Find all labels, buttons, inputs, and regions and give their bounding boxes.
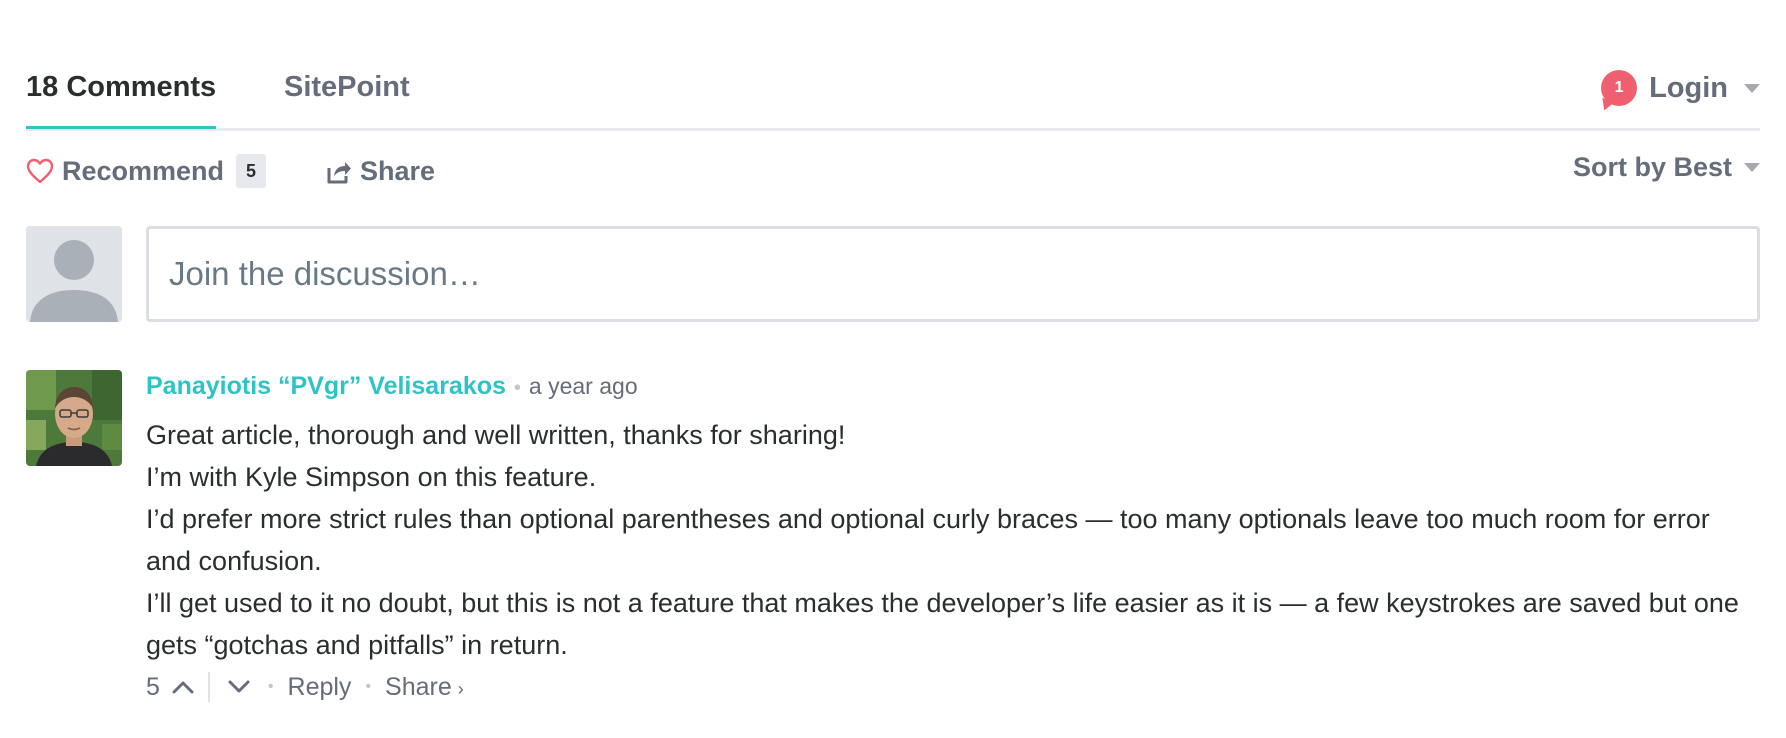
comment-paragraph: I’d prefer more strict rules than option… [146, 504, 1710, 576]
recommend-label: Recommend [62, 155, 225, 186]
comment-paragraph: Great article, thorough and well written… [146, 420, 846, 450]
comment-author[interactable]: Panayiotis “PVgr” Velisarakos [146, 372, 506, 401]
comment-body: Great article, thorough and well written… [146, 414, 1760, 666]
chevron-down-icon [228, 680, 250, 693]
recommend-button[interactable]: Recommend 5 [26, 154, 267, 188]
login-menu[interactable]: 1 Login [1601, 68, 1760, 108]
tab-comments[interactable]: 18 Comments [26, 70, 217, 129]
footer-separator: • [267, 678, 274, 695]
comments-nav: 18 Comments SitePoint 1 Login [26, 56, 1760, 131]
join-discussion-input[interactable]: Join the discussion… [146, 226, 1760, 322]
heart-icon [26, 158, 54, 184]
comments-toolbar: Recommend 5 Share Sort by Best [26, 150, 1760, 194]
comment-paragraph: I’ll get used to it no doubt, but this i… [146, 588, 1739, 660]
author-photo [26, 370, 122, 466]
comment-header: Panayiotis “PVgr” Velisarakos • a year a… [146, 372, 638, 406]
comment-timestamp[interactable]: a year ago [529, 373, 638, 400]
chevron-up-icon [172, 681, 194, 694]
user-silhouette-icon [26, 226, 122, 322]
share-icon [327, 161, 351, 183]
downvote-button[interactable] [224, 680, 254, 694]
share-button[interactable]: Share [326, 156, 435, 187]
comments-widget: 18 Comments SitePoint 1 Login Recommend … [0, 0, 1786, 738]
notification-count: 1 [1614, 79, 1624, 96]
reply-button[interactable]: Reply [288, 673, 352, 702]
meta-separator: • [513, 377, 521, 399]
tab-sitepoint[interactable]: SitePoint [284, 70, 410, 104]
caret-down-icon [1744, 83, 1760, 93]
upvote-button[interactable] [168, 680, 198, 694]
chevron-right-icon: › [457, 678, 464, 699]
comment-share-label: Share [385, 672, 452, 701]
vote-divider [207, 672, 210, 702]
comment-paragraph: I’m with Kyle Simpson on this feature. [146, 462, 597, 492]
author-avatar[interactable] [26, 370, 122, 466]
comment-footer: 5 • Reply • Share › [146, 670, 464, 704]
caret-down-icon [1744, 163, 1760, 172]
recommend-count-badge: 5 [236, 154, 267, 188]
sort-label: Sort by Best [1572, 152, 1732, 182]
login-label: Login [1649, 71, 1728, 104]
join-discussion-placeholder: Join the discussion… [169, 255, 481, 292]
comment-share-button[interactable]: Share › [385, 673, 464, 702]
vote-count: 5 [146, 672, 160, 701]
sort-dropdown[interactable]: Sort by Best [1573, 152, 1760, 183]
share-label: Share [360, 156, 436, 186]
notification-badge[interactable]: 1 [1601, 70, 1638, 106]
footer-separator: • [365, 678, 372, 695]
current-user-avatar [26, 226, 122, 322]
